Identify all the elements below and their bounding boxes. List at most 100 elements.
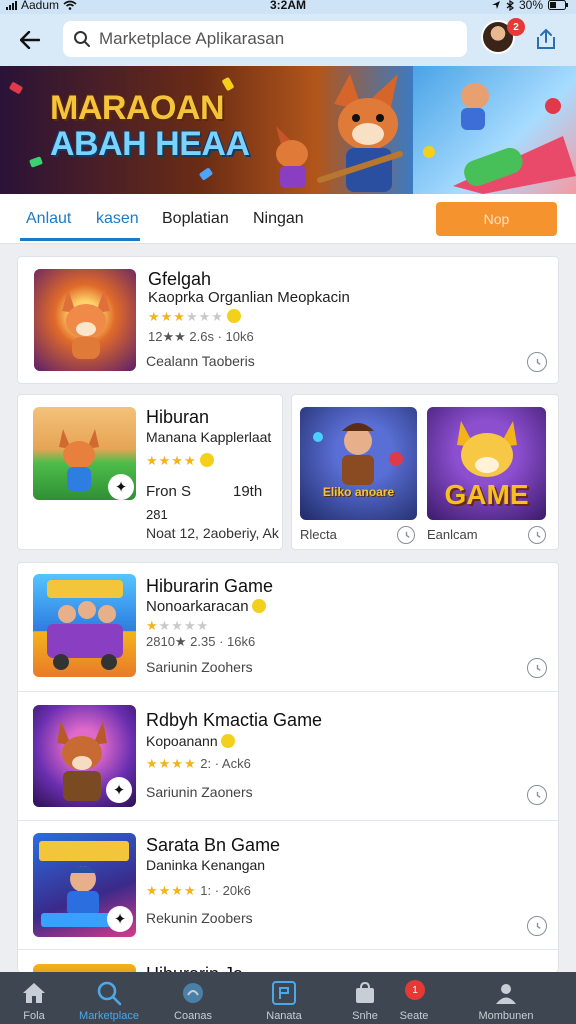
notification-badge: 2 — [507, 18, 525, 36]
nav-item-marketplace[interactable]: Marketplace — [68, 972, 150, 1024]
app-developer: Cealann Taoberis — [146, 353, 255, 369]
app-developer: Sariunin Zoohers — [146, 659, 253, 675]
status-right: 30% — [491, 0, 568, 12]
app-subtitle: Kopoanann — [146, 733, 218, 749]
fox-art — [62, 289, 110, 359]
clock-icon[interactable] — [397, 526, 415, 544]
party-wagon-art — [47, 580, 123, 670]
nav-item-profile[interactable]: Mombunen — [465, 972, 547, 1024]
featured-tiles-panel: Eliko anoare GAME Rlecta Eanlcam — [291, 394, 559, 550]
battery-percent: 30% — [518, 0, 543, 12]
app-card[interactable]: ✦ Rdbyh Kmactia Game Kopoanann ★★★★ 2: ·… — [18, 692, 558, 820]
adventurer-art — [313, 423, 403, 485]
app-thumbnail — [34, 269, 136, 371]
tab-ningan[interactable]: Ningan — [253, 210, 304, 228]
clock-icon[interactable] — [527, 785, 547, 805]
app-title: Rdbyh Kmactia Game — [146, 710, 323, 730]
app-title: Sarata Bn Game — [146, 835, 281, 855]
rating-stars: ★★★★★ — [146, 618, 210, 633]
app-rating: ★★★★ 1: · 20k6 — [146, 883, 251, 899]
app-thumbnail: ✦ — [33, 407, 136, 500]
fox-mascot-illustration — [276, 74, 403, 192]
box-icon — [270, 979, 298, 1007]
app-card[interactable]: ✦ Hiburan Manana Kapplerlaat ★★★★ Fron S… — [17, 394, 283, 550]
rating-stars: ★★★★ — [146, 883, 197, 898]
app-card[interactable]: Gfelgah Kaoprka Organlian Meopkacin ★★★★… — [17, 256, 559, 384]
share-button[interactable] — [531, 24, 561, 54]
nav-item-seate[interactable]: 1 Seate — [373, 972, 455, 1024]
rating-stars: ★★★★ — [146, 756, 197, 771]
app-stats: 12★★ 2.6s · 10k6 — [148, 329, 254, 344]
tab-kasen[interactable]: kasen — [96, 210, 139, 228]
status-time: 3:2AM — [269, 0, 306, 12]
back-button[interactable] — [14, 24, 46, 56]
clock-icon[interactable] — [527, 352, 547, 372]
promo-banner[interactable]: MARAOAN ABAH HEAA — [0, 66, 576, 194]
status-bar: Aadum 3:2AM 30% — [0, 0, 576, 14]
clock-icon[interactable] — [527, 658, 547, 678]
banner-side-illustration — [423, 83, 576, 194]
confetti-decoration — [28, 156, 44, 168]
confetti-decoration — [198, 167, 214, 181]
app-stats: 1: · 20k6 — [200, 883, 251, 898]
emoji-icon — [226, 309, 241, 323]
tile-label: Rlecta — [300, 527, 337, 542]
emoji-icon — [199, 453, 214, 467]
banner-side-panel — [413, 66, 576, 194]
nav-label: Marketplace — [79, 1010, 139, 1022]
tile-art-text: Eliko anoare — [322, 485, 395, 499]
search-bar[interactable] — [63, 21, 467, 57]
location-icon — [491, 1, 500, 9]
nav-label: Coanas — [174, 1010, 212, 1022]
tab-anlaut[interactable]: Anlaut — [26, 210, 71, 228]
clock-icon[interactable] — [527, 916, 547, 936]
confetti-decoration — [8, 81, 24, 95]
category-tabs: Anlaut kasen Boplatian Ningan Nop — [0, 194, 576, 244]
nav-item-coanas[interactable]: Coanas — [152, 972, 234, 1024]
app-subtitle: Manana Kapplerlaat — [146, 429, 272, 445]
play-icon[interactable]: ✦ — [107, 906, 133, 932]
app-developer: Rekunin Zoobers — [146, 910, 253, 926]
rating-stars: ★★★★ — [146, 453, 197, 468]
tile-thumbnail[interactable]: Eliko anoare — [300, 407, 417, 520]
notification-icon: 1 — [405, 980, 425, 1000]
app-rating: ★★★★ 2: · Ack6 — [146, 756, 251, 772]
banner-title-line1: MARAOAN — [50, 89, 225, 127]
tile-thumbnail[interactable]: GAME — [427, 407, 546, 520]
nav-item-nanata[interactable]: Nanata — [243, 972, 325, 1024]
tile-label: Eanlcam — [427, 527, 478, 542]
app-stats: 2: · Ack6 — [200, 756, 251, 771]
app-line3: 281 — [146, 507, 168, 522]
app-card[interactable]: ✦ Sarata Bn Game Daninka Kenangan ★★★★ 1… — [18, 821, 558, 949]
app-stat-left: Fron S — [146, 483, 192, 500]
play-icon[interactable]: ✦ — [106, 777, 132, 803]
nav-label: Seate — [399, 1010, 429, 1022]
app-stats: 2810★ 2.35 · 16k6 — [146, 634, 256, 649]
profile-icon — [492, 979, 520, 1007]
search-input[interactable] — [99, 29, 459, 49]
nav-label: Mombunen — [478, 1010, 534, 1022]
tab-boplatian[interactable]: Boplatian — [162, 210, 229, 228]
app-rating: ★★★★★★ — [148, 309, 241, 325]
action-button[interactable]: Nop — [436, 202, 557, 236]
app-developer: Noat 12, 2aoberiy, Ak — [146, 525, 279, 541]
bottom-nav: Fola Marketplace Coanas Nanata Snhe 1 Se… — [0, 972, 576, 1024]
banner-title-line2: ABAH HEAA — [50, 125, 250, 163]
nav-label: Nanata — [266, 1010, 302, 1022]
battery-icon — [548, 0, 568, 10]
nav-item-home[interactable]: Fola — [0, 972, 75, 1024]
app-card[interactable]: Hiburarin Game Nonoarkaracan ★★★★★ 2810★… — [18, 563, 558, 691]
app-subtitle-row: Kopoanann — [146, 733, 235, 749]
app-title: Hiburan — [146, 407, 210, 427]
nav-label: Fola — [23, 1010, 45, 1022]
search-icon — [95, 979, 123, 1007]
app-card[interactable]: Hiburarin Ja — [18, 950, 558, 973]
play-icon[interactable]: ✦ — [108, 474, 134, 500]
app-title: Hiburarin Game — [146, 576, 274, 596]
clock-icon[interactable] — [528, 526, 546, 544]
active-tab-indicator — [20, 238, 140, 241]
search-icon — [74, 31, 90, 47]
share-icon — [537, 28, 555, 49]
emoji-icon — [251, 599, 266, 613]
banner-title: MARAOAN ABAH HEAA — [50, 90, 250, 162]
